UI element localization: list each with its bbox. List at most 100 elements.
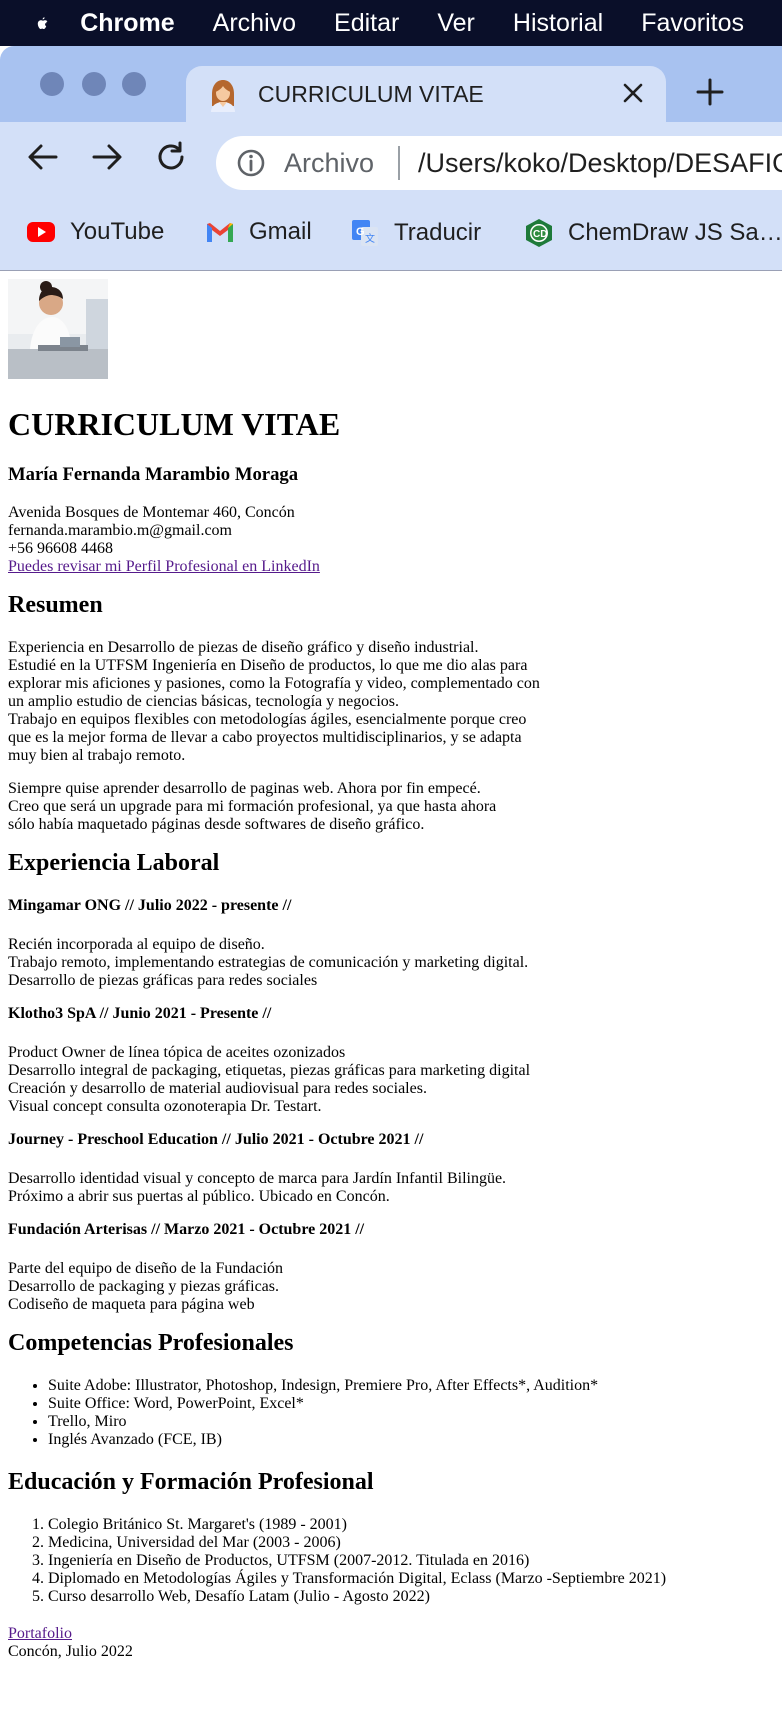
svg-text:CD: CD bbox=[533, 229, 547, 240]
job-line: Parte del equipo de diseño de la Fundaci… bbox=[8, 1260, 284, 1277]
skills-list: Suite Adobe: Illustrator, Photoshop, Ind… bbox=[8, 1377, 768, 1449]
summary-line: explorar mis aficiones y pasiones, como … bbox=[8, 675, 540, 692]
browser-toolbar: Archivo /Users/koko/Desktop/DESAFIO_LATA… bbox=[0, 122, 782, 200]
site-info-icon[interactable] bbox=[236, 148, 266, 178]
summary-line: Trabajo en equipos flexibles con metodol… bbox=[8, 711, 527, 728]
page-content: CURRICULUM VITAE María Fernanda Marambio… bbox=[8, 279, 768, 1661]
summary-line: que es la mejor forma de llevar a cabo p… bbox=[8, 729, 522, 746]
summary-line: Estudié en la UTFSM Ingeniería en Diseño… bbox=[8, 657, 528, 674]
contact-block: Avenida Bosques de Montemar 460, Concón … bbox=[8, 504, 768, 576]
list-item: Medicina, Universidad del Mar (2003 - 20… bbox=[48, 1534, 768, 1552]
job-title: Mingamar ONG // Julio 2022 - presente // bbox=[8, 897, 292, 914]
job-title: Fundación Arterisas // Marzo 2021 - Octu… bbox=[8, 1221, 365, 1238]
bookmarks-bar: YouTube Gmail G 文 Traducir CD ChemDraw J… bbox=[0, 200, 782, 271]
summary-heading: Resumen bbox=[8, 592, 103, 618]
job-description: Desarrollo identidad visual y concepto d… bbox=[8, 1170, 768, 1206]
education-heading: Educación y Formación Profesional bbox=[8, 1469, 374, 1495]
job-description: Recién incorporada al equipo de diseño. … bbox=[8, 936, 768, 990]
education-list: Colegio Británico St. Margaret's (1989 -… bbox=[8, 1516, 768, 1606]
translate-icon: G 文 bbox=[352, 220, 378, 246]
contact-email: fernanda.marambio.m@gmail.com bbox=[8, 522, 232, 539]
address-bar[interactable]: Archivo /Users/koko/Desktop/DESAFIO_LATA… bbox=[216, 136, 782, 190]
youtube-icon bbox=[27, 222, 55, 242]
profile-photo bbox=[8, 279, 108, 379]
job-line: Desarrollo identidad visual y concepto d… bbox=[8, 1170, 507, 1187]
contact-address: Avenida Bosques de Montemar 460, Concón bbox=[8, 504, 295, 521]
list-item: Trello, Miro bbox=[48, 1413, 768, 1431]
new-tab-icon[interactable] bbox=[694, 76, 726, 108]
bookmark-label: Gmail bbox=[249, 218, 312, 245]
close-tab-icon[interactable] bbox=[622, 82, 644, 104]
contact-phone: +56 96608 4468 bbox=[8, 540, 114, 557]
bookmark-label: ChemDraw JS Sa… bbox=[568, 219, 782, 246]
summary-line: un amplio estudio de ciencias básicas, t… bbox=[8, 693, 399, 710]
forward-arrow-icon[interactable] bbox=[90, 140, 124, 174]
job-line: Desarrollo integral de packaging, etique… bbox=[8, 1062, 531, 1079]
page-title: CURRICULUM VITAE bbox=[8, 406, 341, 442]
job-line: Desarrollo de piezas gráficas para redes… bbox=[8, 972, 318, 989]
portfolio-link[interactable]: Portafolio bbox=[8, 1625, 72, 1643]
minimize-window-button[interactable] bbox=[82, 72, 106, 96]
tab-strip: CURRICULUM VITAE bbox=[0, 46, 782, 122]
job-line: Visual concept consulta ozonoterapia Dr.… bbox=[8, 1098, 322, 1115]
job-line: Creación y desarrollo de material audiov… bbox=[8, 1080, 427, 1097]
back-arrow-icon[interactable] bbox=[26, 140, 60, 174]
address-separator bbox=[398, 146, 400, 180]
reload-icon[interactable] bbox=[154, 140, 188, 174]
job-line: Product Owner de línea tópica de aceites… bbox=[8, 1044, 346, 1061]
summary-paragraph: Siempre quise aprender desarrollo de pag… bbox=[8, 780, 768, 834]
tab-title: CURRICULUM VITAE bbox=[258, 81, 484, 107]
address-scheme: Archivo bbox=[284, 148, 375, 178]
job-line: Codiseño de maqueta para página web bbox=[8, 1296, 255, 1313]
list-item: Ingeniería en Diseño de Productos, UTFSM… bbox=[48, 1552, 768, 1570]
skills-heading: Competencias Profesionales bbox=[8, 1330, 294, 1356]
summary-line: Siempre quise aprender desarrollo de pag… bbox=[8, 780, 481, 797]
woman-avatar-icon bbox=[211, 80, 235, 112]
list-item: Curso desarrollo Web, Desafío Latam (Jul… bbox=[48, 1588, 768, 1606]
summary-line: sólo había maquetado páginas desde softw… bbox=[8, 816, 425, 833]
menu-favoritos[interactable]: Favoritos bbox=[641, 9, 744, 38]
bookmark-traducir[interactable]: G 文 Traducir bbox=[350, 218, 481, 248]
job-description: Product Owner de línea tópica de aceites… bbox=[8, 1044, 768, 1116]
svg-text:G: G bbox=[356, 226, 365, 238]
gmail-icon bbox=[207, 223, 233, 242]
job-title: Journey - Preschool Education // Julio 2… bbox=[8, 1131, 424, 1148]
job-line: Trabajo remoto, implementando estrategia… bbox=[8, 954, 529, 971]
list-item: Inglés Avanzado (FCE, IB) bbox=[48, 1431, 768, 1449]
place-date: Concón, Julio 2022 bbox=[8, 1643, 133, 1660]
job-description: Parte del equipo de diseño de la Fundaci… bbox=[8, 1260, 768, 1314]
linkedin-link[interactable]: Puedes revisar mi Perfil Profesional en … bbox=[8, 558, 320, 576]
job-title: Klotho3 SpA // Junio 2021 - Presente // bbox=[8, 1005, 272, 1022]
summary-line: Creo que será un upgrade para mi formaci… bbox=[8, 798, 497, 815]
summary-paragraph: Experiencia en Desarrollo de piezas de d… bbox=[8, 639, 768, 765]
menu-editar[interactable]: Editar bbox=[334, 9, 399, 38]
macos-menu-bar: Chrome Archivo Editar Ver Historial Favo… bbox=[0, 0, 782, 46]
address-url[interactable]: /Users/koko/Desktop/DESAFIO_LATAM/index.… bbox=[418, 148, 782, 179]
footer: Portafolio Concón, Julio 2022 bbox=[8, 1625, 768, 1661]
experience-heading: Experiencia Laboral bbox=[8, 850, 220, 876]
bookmark-youtube[interactable]: YouTube bbox=[26, 218, 164, 246]
menu-historial[interactable]: Historial bbox=[513, 9, 603, 38]
chemdraw-icon: CD bbox=[526, 219, 552, 247]
menu-archivo[interactable]: Archivo bbox=[213, 9, 296, 38]
maximize-window-button[interactable] bbox=[122, 72, 146, 96]
summary-line: muy bien al trabajo remoto. bbox=[8, 747, 186, 764]
list-item: Colegio Británico St. Margaret's (1989 -… bbox=[48, 1516, 768, 1534]
job-line: Recién incorporada al equipo de diseño. bbox=[8, 936, 265, 953]
menu-chrome[interactable]: Chrome bbox=[80, 9, 174, 38]
tab-curriculum-vitae[interactable]: CURRICULUM VITAE bbox=[186, 66, 666, 122]
list-item: Diplomado en Metodologías Ágiles y Trans… bbox=[48, 1570, 768, 1588]
bookmark-gmail[interactable]: Gmail bbox=[205, 218, 312, 246]
svg-text:文: 文 bbox=[365, 232, 375, 245]
summary-line: Experiencia en Desarrollo de piezas de d… bbox=[8, 639, 479, 656]
apple-logo-icon[interactable] bbox=[37, 8, 48, 38]
bookmark-chemdraw[interactable]: CD ChemDraw JS Sa… bbox=[524, 218, 782, 248]
close-window-button[interactable] bbox=[40, 72, 64, 96]
full-name: María Fernanda Marambio Moraga bbox=[8, 464, 299, 485]
list-item: Suite Office: Word, PowerPoint, Excel* bbox=[48, 1395, 768, 1413]
menu-ver[interactable]: Ver bbox=[437, 9, 475, 38]
list-item: Suite Adobe: Illustrator, Photoshop, Ind… bbox=[48, 1377, 768, 1395]
bookmark-label: YouTube bbox=[70, 218, 165, 245]
job-line: Próximo a abrir sus puertas al público. … bbox=[8, 1188, 390, 1205]
bookmark-label: Traducir bbox=[394, 219, 482, 246]
